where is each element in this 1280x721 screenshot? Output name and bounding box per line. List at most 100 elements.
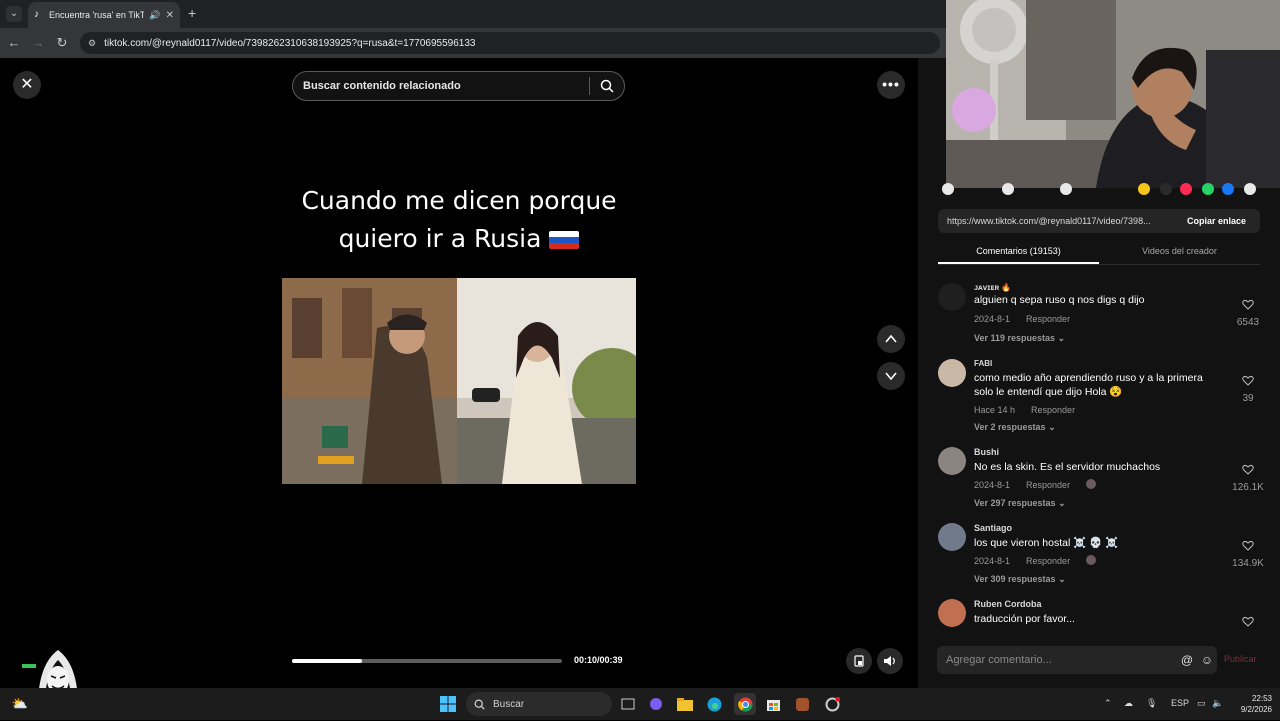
tab-creator-videos[interactable]: Videos del creador <box>1099 241 1260 264</box>
tab-strip: ⌄ ♪ Encuentra 'rusa' en TikTok | 🔊 ✕ + <box>0 0 946 28</box>
caption-line-2: quiero ir a Rusia <box>338 224 542 253</box>
comment-username[interactable]: ᴊᴀᴠɪᴇʀ 🔥 <box>974 283 1011 292</box>
comment-username[interactable]: Santiago <box>974 523 1012 533</box>
share-actions-row <box>938 182 1268 196</box>
mention-icon[interactable]: @ <box>1177 653 1197 667</box>
app-icon[interactable] <box>792 694 812 714</box>
post-button[interactable]: Publicar <box>1224 654 1257 664</box>
search-icon <box>600 79 614 93</box>
comment-item: FABI como medio año aprendiendo ruso y a… <box>938 359 1268 439</box>
tray-app-icon[interactable]: ☁ <box>1124 698 1133 709</box>
volume-tray-icon[interactable]: 🔈 <box>1212 698 1223 709</box>
avatar[interactable] <box>938 599 966 627</box>
video-progress-fill <box>292 659 363 663</box>
heart-icon <box>1242 299 1254 310</box>
video-caption: Cuando me dicen porque quiero ir a Rusia <box>282 182 636 258</box>
store-icon[interactable] <box>763 694 783 714</box>
new-tab-button[interactable]: + <box>188 5 196 21</box>
audio-playing-icon[interactable]: 🔊 <box>149 10 160 21</box>
comment-username[interactable]: FABI <box>974 359 992 368</box>
emoji-icon[interactable]: ☺ <box>1197 653 1217 667</box>
avatar[interactable] <box>938 359 966 387</box>
heart-icon <box>1242 616 1254 627</box>
video-progress-bar[interactable] <box>292 659 562 663</box>
add-comment-input[interactable] <box>937 654 1177 666</box>
tab-close-icon[interactable]: ✕ <box>166 10 174 21</box>
view-replies-button[interactable]: Ver 309 respuestas ⌄ <box>974 574 1066 585</box>
tab-search-icon[interactable]: ⌄ <box>6 6 22 22</box>
tiktok-favicon-icon: ♪ <box>34 9 39 20</box>
creator-liked-icon <box>1086 555 1097 565</box>
view-replies-button[interactable]: Ver 119 respuestas ⌄ <box>974 333 1065 344</box>
share-link-text[interactable]: https://www.tiktok.com/@reynald0117/vide… <box>938 216 1173 226</box>
reply-button[interactable]: Responder <box>1026 314 1070 324</box>
like-count: 134.9K <box>1232 558 1264 569</box>
comment-text: alguien q sepa ruso q nos digs q dijo <box>974 294 1145 306</box>
caption-line-1: Cuando me dicen porque <box>301 186 617 215</box>
tab-comments[interactable]: Comentarios (19153) <box>938 241 1099 264</box>
close-button[interactable]: ✕ <box>13 71 41 99</box>
taskbar-search[interactable]: Buscar <box>466 692 612 716</box>
view-replies-label: Ver 309 respuestas <box>974 574 1056 584</box>
view-replies-button[interactable]: Ver 297 respuestas ⌄ <box>974 498 1066 509</box>
reply-button[interactable]: Responder <box>1026 556 1070 566</box>
comment-item: Ruben Cordoba traducción por favor... <box>938 599 1268 629</box>
add-comment-box: @ ☺ <box>937 646 1217 674</box>
back-icon[interactable]: ← <box>6 35 22 51</box>
previous-video-button[interactable] <box>877 325 905 353</box>
view-replies-button[interactable]: Ver 2 respuestas ⌄ <box>974 422 1056 433</box>
forward-icon[interactable]: → <box>30 35 46 51</box>
tray-overflow-icon[interactable]: ⌃ <box>1104 698 1112 709</box>
chevron-up-icon <box>885 334 897 343</box>
avatar[interactable] <box>938 283 966 311</box>
task-view-icon[interactable] <box>618 694 638 714</box>
heart-icon <box>1242 464 1254 475</box>
settings-app-icon[interactable] <box>822 694 842 714</box>
floating-player-icon <box>854 655 864 667</box>
avatar[interactable] <box>938 523 966 551</box>
edge-icon[interactable] <box>704 694 724 714</box>
like-count: 6543 <box>1236 317 1260 328</box>
taskbar-search-label: Buscar <box>493 698 525 710</box>
comment-username[interactable]: Ruben Cordoba <box>974 599 1042 609</box>
avatar[interactable] <box>938 447 966 475</box>
clock[interactable]: 22:53 9/2/2026 <box>1228 693 1272 715</box>
weather-widget-icon[interactable]: ⛅ <box>10 694 30 714</box>
reply-button[interactable]: Responder <box>1031 405 1075 415</box>
like-button[interactable]: 134.9K <box>1228 538 1268 569</box>
chrome-icon[interactable] <box>734 693 756 715</box>
like-button[interactable]: 126.1K <box>1228 462 1268 493</box>
comment-username[interactable]: Bushi <box>974 447 999 457</box>
comment-date: 2024-8-1 <box>974 314 1011 324</box>
comment-meta: Hace 14 h Responder <box>974 405 1091 415</box>
file-explorer-icon[interactable] <box>675 694 695 714</box>
taskbar: ⛅ Buscar ⌃ ☁ 🎙 ESP ▭ 🔈 22:53 9/2/2026 <box>0 688 1280 720</box>
search-button[interactable] <box>590 71 624 101</box>
comment-meta: 2024-8-1 Responder <box>974 314 1086 324</box>
copy-link-button[interactable]: Copiar enlace <box>1173 216 1260 226</box>
like-button[interactable] <box>1228 614 1268 632</box>
volume-button[interactable] <box>877 648 903 674</box>
reload-icon[interactable]: ↻ <box>54 35 70 51</box>
tab-title: Encuentra 'rusa' en TikTok | <box>48 10 145 20</box>
like-button[interactable]: 39 <box>1228 373 1268 404</box>
like-count: 39 <box>1242 393 1254 404</box>
heart-icon <box>1242 375 1254 386</box>
video-player[interactable]: Cuando me dicen porque quiero ir a Rusia <box>282 102 636 688</box>
language-indicator[interactable]: ESP <box>1171 698 1189 708</box>
microphone-icon[interactable]: 🎙 <box>1146 698 1157 709</box>
comment-date: Hace 14 h <box>974 405 1016 415</box>
windows-start-icon[interactable] <box>438 694 458 714</box>
like-button[interactable]: 6543 <box>1228 297 1268 328</box>
floating-player-button[interactable] <box>846 648 872 674</box>
related-search-input[interactable] <box>293 80 589 92</box>
reply-button[interactable]: Responder <box>1026 480 1070 490</box>
like-count: 126.1K <box>1232 482 1264 493</box>
network-icon[interactable]: ▭ <box>1197 698 1206 709</box>
copilot-icon[interactable] <box>646 694 666 714</box>
url-field[interactable]: ⚙ tiktok.com/@reynald0117/video/73982623… <box>80 32 940 54</box>
browser-tab[interactable]: ♪ Encuentra 'rusa' en TikTok | 🔊 ✕ <box>28 2 180 28</box>
more-options-button[interactable]: ••• <box>877 71 905 99</box>
site-info-icon[interactable]: ⚙ <box>88 38 96 49</box>
next-video-button[interactable] <box>877 362 905 390</box>
